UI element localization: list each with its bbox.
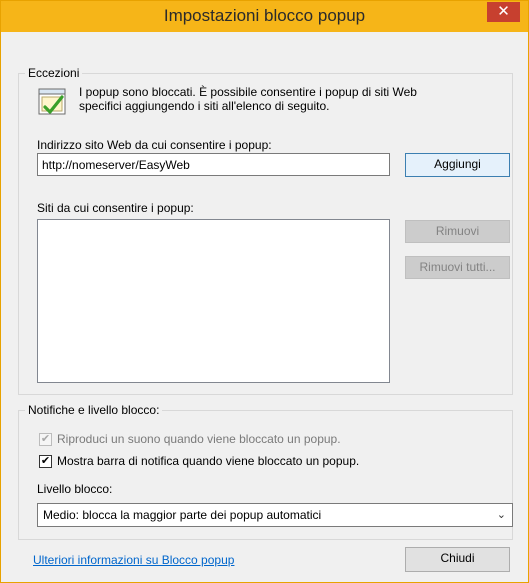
remove-button[interactable]: Rimuovi	[405, 220, 510, 243]
notifications-legend: Notifiche e livello blocco:	[25, 403, 163, 417]
show-bar-label: Mostra barra di notifica quando viene bl…	[57, 454, 360, 468]
info-text: I popup sono bloccati. È possibile conse…	[79, 85, 459, 113]
add-button[interactable]: Aggiungi	[405, 153, 510, 177]
close-button[interactable]: Chiudi	[405, 547, 510, 572]
dialog-title: Impostazioni blocco popup	[163, 6, 366, 25]
info-check-icon	[38, 88, 66, 115]
address-label: Indirizzo sito Web da cui consentire i p…	[37, 138, 272, 152]
address-input[interactable]	[37, 153, 390, 176]
block-level-value: Medio: blocca la maggior parte dei popup…	[43, 508, 322, 522]
info-link[interactable]: Ulteriori informazioni su Blocco popup	[33, 553, 234, 567]
block-level-select[interactable]: Medio: blocca la maggior parte dei popup…	[37, 503, 513, 527]
play-sound-checkbox[interactable]: ✔	[39, 433, 52, 446]
title-bar: Impostazioni blocco popup ✕	[1, 1, 528, 32]
show-bar-checkbox[interactable]: ✔	[39, 455, 52, 468]
close-icon: ✕	[497, 3, 510, 20]
allowed-sites-label: Siti da cui consentire i popup:	[37, 201, 194, 215]
info-text-line1: I popup sono bloccati. È possibile conse…	[79, 85, 417, 99]
close-window-button[interactable]: ✕	[487, 2, 520, 22]
remove-all-button[interactable]: Rimuovi tutti...	[405, 256, 510, 279]
popup-settings-dialog: Impostazioni blocco popup ✕ Eccezioni I …	[0, 0, 529, 583]
block-level-label: Livello blocco:	[37, 482, 113, 496]
play-sound-label: Riproduci un suono quando viene bloccato…	[57, 432, 341, 446]
dialog-body: Eccezioni I popup sono bloccati. È possi…	[8, 32, 521, 575]
info-text-line2: specifici aggiungendo i siti all'elenco …	[79, 99, 330, 113]
chevron-down-icon: ⌄	[496, 509, 506, 521]
exceptions-legend: Eccezioni	[25, 66, 83, 80]
allowed-sites-list[interactable]	[37, 219, 390, 383]
